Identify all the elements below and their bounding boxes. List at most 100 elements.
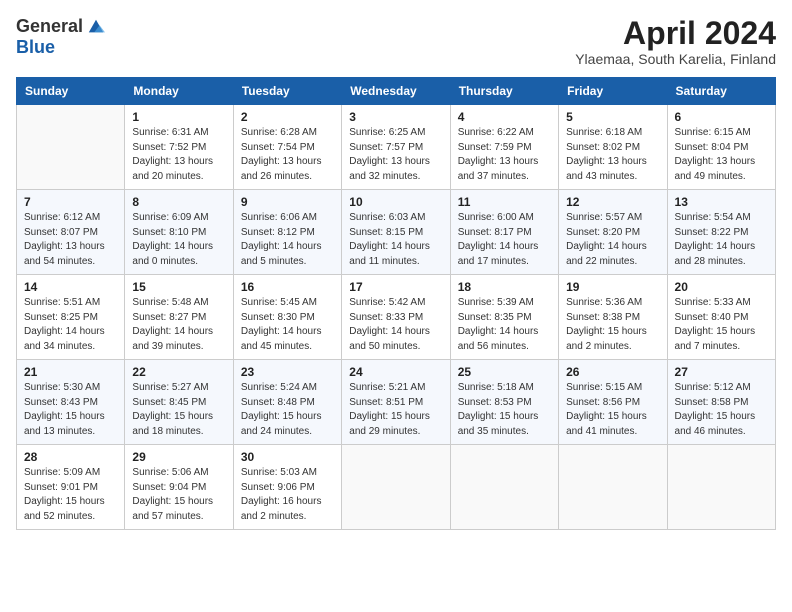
calendar-cell: 15 Sunrise: 5:48 AMSunset: 8:27 PMDayligh… — [125, 275, 233, 360]
logo-icon — [87, 18, 105, 36]
calendar-cell: 1Sunrise: 6:31 AMSunset: 7:52 PMDaylight… — [125, 105, 233, 190]
day-info: Sunrise: 5:06 AMSunset: 9:04 PMDaylight:… — [132, 466, 225, 524]
day-info: Sunrise: 5:54 AMSunset: 8:22 PMDaylight:… — [675, 211, 768, 269]
calendar-cell: 19Sunrise: 5:36 AMSunset: 8:38 PMDayligh… — [559, 275, 667, 360]
day-number: 8 — [132, 195, 225, 209]
day-info: Sunrise: 5:57 AMSunset: 8:20 PMDaylight:… — [566, 211, 659, 269]
day-header-friday: Friday — [559, 78, 667, 105]
calendar-cell: 3 Sunrise: 6:25 AMSunset: 7:57 PMDaylight… — [342, 105, 450, 190]
day-number: 21 — [24, 365, 117, 379]
day-info: Sunrise: 6:15 AMSunset: 8:04 PMDaylight:… — [675, 126, 768, 184]
title-area: April 2024 Ylaemaa, South Karelia, Finla… — [575, 16, 776, 67]
day-info: Sunrise: 5:30 AMSunset: 8:43 PMDaylight:… — [24, 381, 117, 439]
day-header-thursday: Thursday — [450, 78, 558, 105]
day-number: 23 — [241, 365, 334, 379]
logo: General Blue — [16, 16, 105, 58]
page-header: General Blue April 2024 Ylaemaa, South K… — [16, 16, 776, 67]
calendar-cell: 11 Sunrise: 6:00 AMSunset: 8:17 PMDayligh… — [450, 190, 558, 275]
calendar-cell: 25 Sunrise: 5:18 AMSunset: 8:53 PMDayligh… — [450, 360, 558, 445]
day-number: 20 — [675, 280, 768, 294]
calendar-cell: 17 Sunrise: 5:42 AMSunset: 8:33 PMDayligh… — [342, 275, 450, 360]
day-number: 11 — [458, 195, 551, 209]
day-number: 3 — [349, 110, 442, 124]
day-number: 26 — [566, 365, 659, 379]
calendar-cell: 12 Sunrise: 5:57 AMSunset: 8:20 PMDayligh… — [559, 190, 667, 275]
calendar-cell: 18Sunrise: 5:39 AMSunset: 8:35 PMDayligh… — [450, 275, 558, 360]
calendar-cell: 2 Sunrise: 6:28 AMSunset: 7:54 PMDaylight… — [233, 105, 341, 190]
day-info: Sunrise: 5:36 AMSunset: 8:38 PMDaylight:… — [566, 296, 659, 354]
day-info: Sunrise: 6:25 AMSunset: 7:57 PMDaylight:… — [349, 126, 442, 184]
day-info: Sunrise: 5:24 AMSunset: 8:48 PMDaylight:… — [241, 381, 334, 439]
calendar-cell: 13 Sunrise: 5:54 AMSunset: 8:22 PMDayligh… — [667, 190, 775, 275]
calendar-cell — [559, 445, 667, 530]
calendar-cell: 21 Sunrise: 5:30 AMSunset: 8:43 PMDayligh… — [17, 360, 125, 445]
calendar-cell: 16 Sunrise: 5:45 AMSunset: 8:30 PMDayligh… — [233, 275, 341, 360]
calendar-cell: 24 Sunrise: 5:21 AMSunset: 8:51 PMDayligh… — [342, 360, 450, 445]
day-header-monday: Monday — [125, 78, 233, 105]
day-number: 15 — [132, 280, 225, 294]
calendar-cell: 23 Sunrise: 5:24 AMSunset: 8:48 PMDayligh… — [233, 360, 341, 445]
calendar-cell: 26Sunrise: 5:15 AMSunset: 8:56 PMDayligh… — [559, 360, 667, 445]
day-number: 12 — [566, 195, 659, 209]
calendar-cell — [342, 445, 450, 530]
day-info: Sunrise: 5:45 AMSunset: 8:30 PMDaylight:… — [241, 296, 334, 354]
day-info: Sunrise: 5:21 AMSunset: 8:51 PMDaylight:… — [349, 381, 442, 439]
calendar-cell: 20 Sunrise: 5:33 AMSunset: 8:40 PMDayligh… — [667, 275, 775, 360]
calendar-cell: 8 Sunrise: 6:09 AMSunset: 8:10 PMDaylight… — [125, 190, 233, 275]
month-title: April 2024 — [575, 16, 776, 51]
day-number: 6 — [675, 110, 768, 124]
day-info: Sunrise: 6:22 AMSunset: 7:59 PMDaylight:… — [458, 126, 551, 184]
calendar-cell — [667, 445, 775, 530]
calendar-cell: 7 Sunrise: 6:12 AMSunset: 8:07 PMDaylight… — [17, 190, 125, 275]
day-info: Sunrise: 6:12 AMSunset: 8:07 PMDaylight:… — [24, 211, 117, 269]
day-number: 17 — [349, 280, 442, 294]
calendar-cell: 30Sunrise: 5:03 AMSunset: 9:06 PMDayligh… — [233, 445, 341, 530]
logo-blue-text: Blue — [16, 37, 55, 58]
day-number: 18 — [458, 280, 551, 294]
day-info: Sunrise: 5:18 AMSunset: 8:53 PMDaylight:… — [458, 381, 551, 439]
day-number: 28 — [24, 450, 117, 464]
day-number: 7 — [24, 195, 117, 209]
day-number: 2 — [241, 110, 334, 124]
day-header-tuesday: Tuesday — [233, 78, 341, 105]
day-number: 29 — [132, 450, 225, 464]
calendar-week-row: 1Sunrise: 6:31 AMSunset: 7:52 PMDaylight… — [17, 105, 776, 190]
day-number: 25 — [458, 365, 551, 379]
day-info: Sunrise: 5:33 AMSunset: 8:40 PMDaylight:… — [675, 296, 768, 354]
day-info: Sunrise: 5:42 AMSunset: 8:33 PMDaylight:… — [349, 296, 442, 354]
day-number: 16 — [241, 280, 334, 294]
day-info: Sunrise: 6:18 AMSunset: 8:02 PMDaylight:… — [566, 126, 659, 184]
day-number: 27 — [675, 365, 768, 379]
day-info: Sunrise: 6:03 AMSunset: 8:15 PMDaylight:… — [349, 211, 442, 269]
day-info: Sunrise: 5:03 AMSunset: 9:06 PMDaylight:… — [241, 466, 334, 524]
day-number: 13 — [675, 195, 768, 209]
day-info: Sunrise: 6:00 AMSunset: 8:17 PMDaylight:… — [458, 211, 551, 269]
day-number: 24 — [349, 365, 442, 379]
calendar-week-row: 7 Sunrise: 6:12 AMSunset: 8:07 PMDaylight… — [17, 190, 776, 275]
calendar-cell: 9Sunrise: 6:06 AMSunset: 8:12 PMDaylight… — [233, 190, 341, 275]
logo-general-text: General — [16, 16, 83, 37]
calendar-cell: 10 Sunrise: 6:03 AMSunset: 8:15 PMDayligh… — [342, 190, 450, 275]
calendar-week-row: 28 Sunrise: 5:09 AMSunset: 9:01 PMDayligh… — [17, 445, 776, 530]
day-number: 10 — [349, 195, 442, 209]
day-info: Sunrise: 5:48 AMSunset: 8:27 PMDaylight:… — [132, 296, 225, 354]
calendar-cell — [17, 105, 125, 190]
calendar-cell: 6 Sunrise: 6:15 AMSunset: 8:04 PMDaylight… — [667, 105, 775, 190]
day-header-saturday: Saturday — [667, 78, 775, 105]
calendar-cell: 28 Sunrise: 5:09 AMSunset: 9:01 PMDayligh… — [17, 445, 125, 530]
day-header-sunday: Sunday — [17, 78, 125, 105]
day-info: Sunrise: 5:27 AMSunset: 8:45 PMDaylight:… — [132, 381, 225, 439]
day-info: Sunrise: 5:09 AMSunset: 9:01 PMDaylight:… — [24, 466, 117, 524]
day-info: Sunrise: 6:09 AMSunset: 8:10 PMDaylight:… — [132, 211, 225, 269]
day-info: Sunrise: 6:28 AMSunset: 7:54 PMDaylight:… — [241, 126, 334, 184]
calendar-cell: 14Sunrise: 5:51 AMSunset: 8:25 PMDayligh… — [17, 275, 125, 360]
day-info: Sunrise: 5:12 AMSunset: 8:58 PMDaylight:… — [675, 381, 768, 439]
calendar-cell: 4 Sunrise: 6:22 AMSunset: 7:59 PMDaylight… — [450, 105, 558, 190]
calendar-cell — [450, 445, 558, 530]
day-number: 4 — [458, 110, 551, 124]
calendar-cell: 22Sunrise: 5:27 AMSunset: 8:45 PMDayligh… — [125, 360, 233, 445]
calendar-week-row: 14Sunrise: 5:51 AMSunset: 8:25 PMDayligh… — [17, 275, 776, 360]
calendar-table: SundayMondayTuesdayWednesdayThursdayFrid… — [16, 77, 776, 530]
day-header-wednesday: Wednesday — [342, 78, 450, 105]
calendar-cell: 27 Sunrise: 5:12 AMSunset: 8:58 PMDayligh… — [667, 360, 775, 445]
